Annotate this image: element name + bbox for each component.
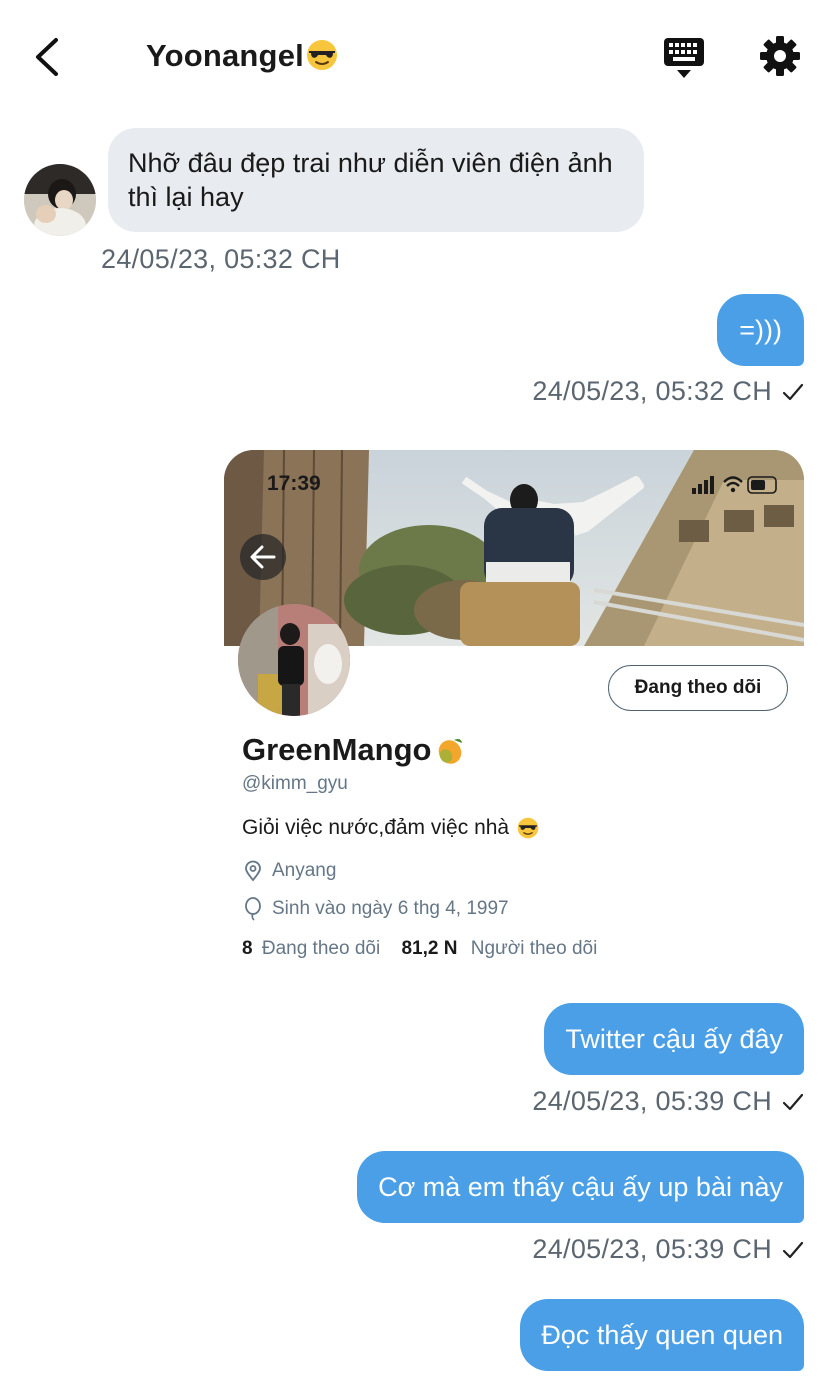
- following-button[interactable]: Đang theo dõi: [608, 665, 788, 711]
- conversation-title: Yoonangel: [146, 38, 338, 74]
- message-timestamp-row: 24/05/23, 05:39 CH: [532, 1086, 804, 1117]
- sunglasses-emoji-icon: [306, 40, 337, 70]
- message-text: Nhỡ đâu đẹp trai như diễn viên điện ảnh …: [128, 148, 613, 212]
- profile-stats: 8 Đang theo dõi 81,2 N Người theo dõi: [242, 938, 597, 960]
- title-text: Yoonangel: [146, 38, 304, 73]
- profile-handle: @kimm_gyu: [242, 773, 348, 794]
- back-arrow-icon: [250, 545, 276, 569]
- back-arrow-icon[interactable]: [30, 36, 70, 78]
- outgoing-message-bubble[interactable]: Twitter cậu ấy đây: [544, 1003, 804, 1075]
- message-timestamp: 24/05/23, 05:39 CH: [532, 1234, 772, 1264]
- outgoing-message-bubble[interactable]: Đọc thấy quen quen: [520, 1299, 804, 1371]
- profile-avatar: [238, 604, 350, 716]
- location-pin-icon: [245, 860, 261, 882]
- message-text: =))): [739, 315, 782, 345]
- profile-back-button[interactable]: [240, 534, 286, 580]
- birthday-text: Sinh vào ngày 6 thg 4, 1997: [272, 898, 509, 919]
- profile-bio: Giỏi việc nước,đảm việc nhà: [242, 816, 539, 840]
- status-bar-icons: [692, 476, 777, 494]
- profile-name: GreenMango: [242, 732, 465, 768]
- sunglasses-emoji-icon: [517, 817, 539, 839]
- message-timestamp-row: 24/05/23, 05:32 CH: [532, 376, 804, 407]
- followers-count: 81,2 N: [401, 938, 458, 959]
- keyboard-icon[interactable]: [660, 36, 708, 80]
- incoming-message-bubble[interactable]: Nhỡ đâu đẹp trai như diễn viên điện ảnh …: [108, 128, 644, 232]
- profile-birthday: Sinh vào ngày 6 thg 4, 1997: [242, 897, 509, 921]
- message-text: Đọc thấy quen quen: [541, 1320, 783, 1350]
- message-timestamp: 24/05/23, 05:39 CH: [532, 1086, 772, 1116]
- sent-check-icon: [782, 1241, 804, 1258]
- message-timestamp: 24/05/23, 05:32 CH: [101, 244, 341, 274]
- outgoing-message-bubble[interactable]: Cơ mà em thấy cậu ấy up bài này: [357, 1151, 804, 1223]
- message-timestamp-row: 24/05/23, 05:39 CH: [532, 1234, 804, 1265]
- status-bar-time: 17:39: [267, 472, 321, 495]
- shared-profile-screenshot[interactable]: 17:39 Đang theo dõi GreenMango @kimm_gyu…: [224, 450, 804, 970]
- profile-bio-text: Giỏi việc nước,đảm việc nhà: [242, 816, 510, 839]
- outgoing-message-bubble[interactable]: =))): [717, 294, 804, 366]
- sent-check-icon: [782, 1093, 804, 1110]
- balloon-icon: [245, 897, 261, 921]
- message-timestamp: 24/05/23, 05:32 CH: [532, 376, 772, 406]
- following-label: Đang theo dõi: [261, 938, 381, 959]
- message-text: Twitter cậu ấy đây: [565, 1024, 783, 1054]
- message-text: Cơ mà em thấy cậu ấy up bài này: [378, 1172, 783, 1202]
- followers-label: Người theo dõi: [470, 938, 598, 959]
- avatar-photo: [24, 164, 96, 236]
- profile-avatar-photo: [238, 604, 350, 716]
- sent-check-icon: [782, 383, 804, 400]
- contact-avatar[interactable]: [24, 164, 96, 236]
- location-text: Anyang: [272, 860, 337, 881]
- profile-location: Anyang: [242, 860, 336, 882]
- profile-name-text: GreenMango: [242, 732, 432, 767]
- settings-gear-icon[interactable]: [758, 34, 802, 78]
- mango-emoji-icon: [439, 739, 463, 764]
- following-count: 8: [242, 938, 253, 959]
